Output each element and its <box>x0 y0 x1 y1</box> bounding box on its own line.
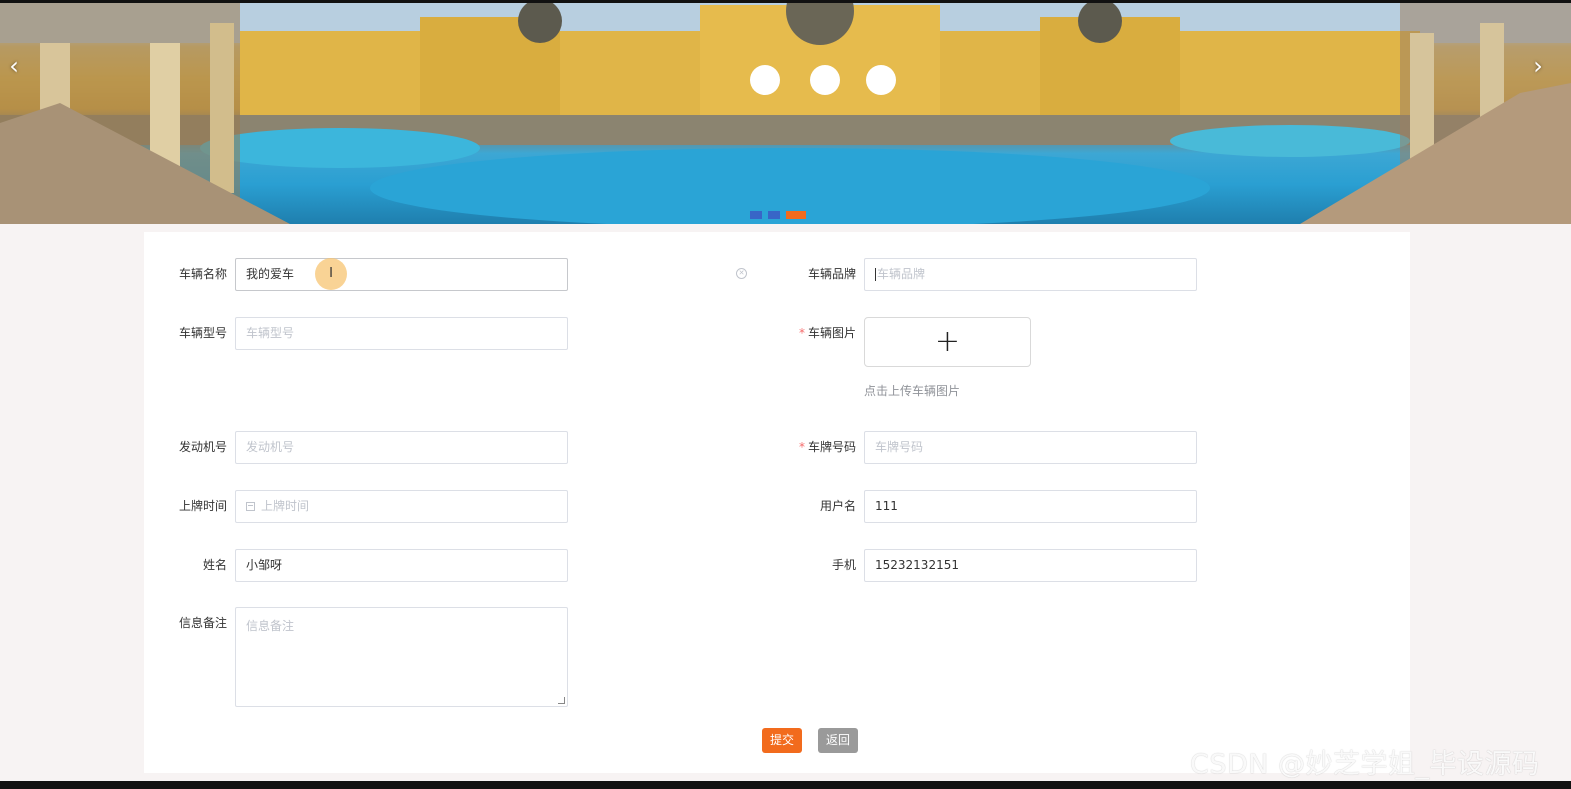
required-mark: * <box>798 326 805 340</box>
phone-value: 15232132151 <box>875 558 959 572</box>
engine-no-placeholder: 发动机号 <box>246 440 295 454</box>
remark-placeholder: 信息备注 <box>246 619 295 633</box>
vehicle-name-label: 车辆名称 <box>178 267 227 281</box>
remark-textarea[interactable]: 信息备注 <box>235 607 568 707</box>
watermark: CSDN @妙芝学姐_毕设源码 <box>1190 749 1540 780</box>
form-item-phone: 手机 15232132151 <box>773 549 1197 582</box>
plate-date-picker[interactable]: 上牌时间 <box>235 490 568 523</box>
name-label: 姓名 <box>202 558 227 572</box>
banner-image <box>0 3 1571 224</box>
vehicle-model-label: 车辆型号 <box>178 326 227 340</box>
engine-no-input[interactable]: 发动机号 <box>235 431 568 464</box>
vehicle-image-label-text: 车辆图片 <box>807 326 856 340</box>
carousel-dot-active[interactable] <box>786 211 806 219</box>
plate-no-label: * 车牌号码 <box>773 431 864 464</box>
banner-carousel: ‹ › <box>0 3 1571 224</box>
resize-handle[interactable] <box>558 697 565 704</box>
vehicle-brand-input[interactable]: 车辆品牌 <box>864 258 1197 291</box>
image-uploader[interactable]: + <box>864 317 1031 367</box>
mouse-cursor-highlight: I <box>315 258 347 290</box>
form-item-vehicle-image: * 车辆图片 + <box>773 317 1031 367</box>
username-label: 用户名 <box>819 499 856 513</box>
vehicle-model-input[interactable]: 车辆型号 <box>235 317 568 350</box>
engine-no-label: 发动机号 <box>178 440 227 454</box>
name-value: 小邹呀 <box>246 558 283 572</box>
clear-icon[interactable]: ✕ <box>736 268 747 279</box>
text-caret <box>875 268 876 281</box>
vehicle-model-placeholder: 车辆型号 <box>246 326 295 340</box>
carousel-dot[interactable] <box>768 211 780 219</box>
required-mark: * <box>798 440 805 454</box>
form-item-remark: 信息备注 信息备注 <box>144 607 568 707</box>
form-item-plate-no: * 车牌号码 车牌号码 <box>773 431 1197 464</box>
plate-no-placeholder: 车牌号码 <box>875 440 924 454</box>
submit-button[interactable]: 提交 <box>762 728 802 753</box>
phone-input[interactable]: 15232132151 <box>864 549 1197 582</box>
bottom-border <box>0 781 1571 789</box>
name-input[interactable]: 小邹呀 <box>235 549 568 582</box>
carousel-dot[interactable] <box>750 211 762 219</box>
plate-date-label: 上牌时间 <box>178 499 227 513</box>
calendar-icon <box>246 502 255 511</box>
form-item-vehicle-name: 车辆名称 我的爱车 <box>144 258 568 291</box>
vehicle-name-input[interactable]: 我的爱车 <box>235 258 568 291</box>
back-button[interactable]: 返回 <box>818 728 858 753</box>
plate-no-label-text: 车牌号码 <box>807 440 856 454</box>
remark-label: 信息备注 <box>178 616 227 630</box>
vehicle-brand-label: 车辆品牌 <box>807 267 856 281</box>
chevron-left-icon[interactable]: ‹ <box>0 47 28 85</box>
form-item-username: 用户名 111 <box>773 490 1197 523</box>
username-input[interactable]: 111 <box>864 490 1197 523</box>
vehicle-name-value: 我的爱车 <box>246 267 295 281</box>
carousel-indicators <box>750 210 806 220</box>
chevron-right-icon[interactable]: › <box>1524 47 1552 85</box>
plate-date-placeholder: 上牌时间 <box>261 499 310 513</box>
form-item-name: 姓名 小邹呀 <box>144 549 568 582</box>
form-item-plate-date: 上牌时间 上牌时间 <box>144 490 568 523</box>
plus-icon: + <box>934 324 961 359</box>
form-item-engine-no: 发动机号 发动机号 <box>144 431 568 464</box>
username-value: 111 <box>875 499 898 513</box>
form-item-vehicle-brand: 车辆品牌 车辆品牌 <box>773 258 1197 291</box>
vehicle-image-label: * 车辆图片 <box>773 317 864 350</box>
upload-tip: 点击上传车辆图片 <box>864 384 961 398</box>
phone-label: 手机 <box>831 558 856 572</box>
form-item-vehicle-model: 车辆型号 车辆型号 <box>144 317 568 350</box>
vehicle-brand-placeholder: 车辆品牌 <box>877 267 926 281</box>
plate-no-input[interactable]: 车牌号码 <box>864 431 1197 464</box>
